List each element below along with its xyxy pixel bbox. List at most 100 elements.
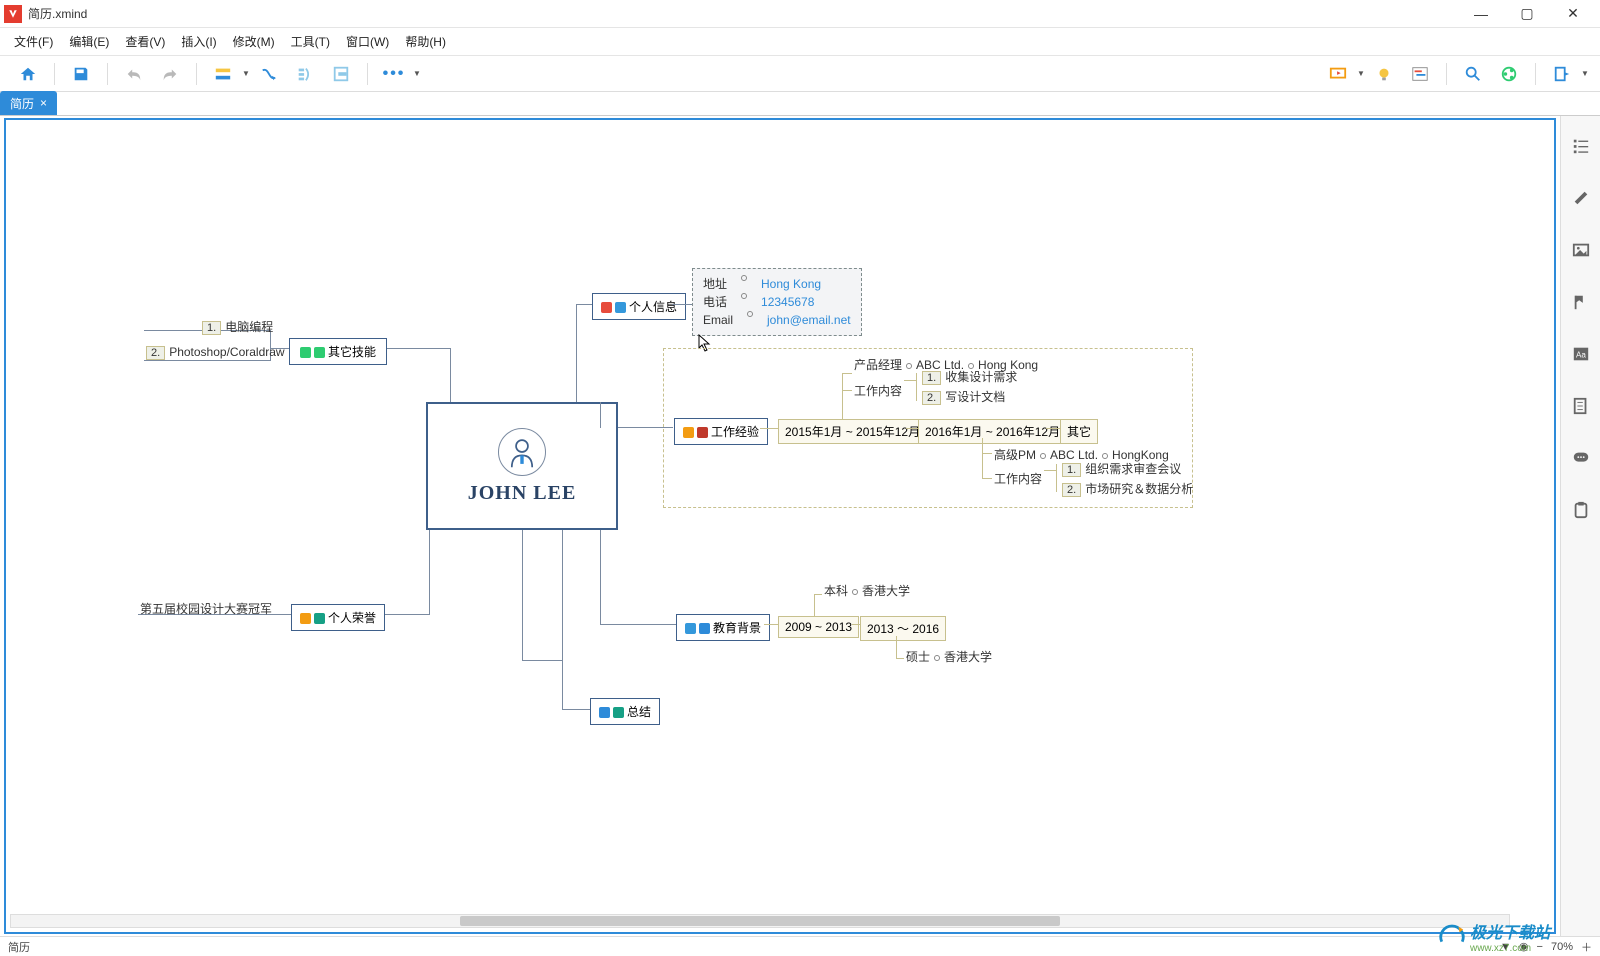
menu-window[interactable]: 窗口(W) [338, 29, 397, 54]
menu-view[interactable]: 查看(V) [117, 29, 173, 54]
node-education[interactable]: 教育背景 [676, 614, 770, 641]
summary-button[interactable] [291, 60, 319, 88]
close-button[interactable]: ✕ [1550, 0, 1596, 28]
svg-text:Aa: Aa [1576, 351, 1586, 360]
connector [896, 658, 904, 659]
node-label: 教育背景 [713, 621, 761, 635]
work-task[interactable]: 1.收集设计需求 [922, 368, 1017, 385]
undo-button[interactable] [120, 60, 148, 88]
profile-info-box[interactable]: 地址Hong Kong 电话12345678 Emailjohn@email.n… [692, 268, 862, 336]
home-button[interactable] [14, 60, 42, 88]
node-work[interactable]: 工作经验 [674, 418, 768, 445]
separator [1535, 63, 1536, 85]
menu-help[interactable]: 帮助(H) [397, 29, 454, 54]
outline-panel-button[interactable] [1569, 134, 1593, 158]
work-period-other[interactable]: 其它 [1060, 419, 1098, 444]
connector [144, 360, 271, 361]
menu-edit[interactable]: 编辑(E) [61, 29, 117, 54]
font-panel-button[interactable]: Aa [1569, 342, 1593, 366]
export-button[interactable] [1548, 60, 1576, 88]
idea-button[interactable] [1370, 60, 1398, 88]
connector [522, 660, 562, 661]
edu-detail[interactable]: 硕士香港大学 [906, 648, 992, 665]
redo-button[interactable] [156, 60, 184, 88]
share-button[interactable] [1495, 60, 1523, 88]
marker-icon [683, 427, 694, 438]
work-tasks-label[interactable]: 工作内容 [854, 382, 902, 399]
window-title: 简历.xmind [28, 5, 87, 22]
task-panel-button[interactable] [1569, 498, 1593, 522]
node-skills[interactable]: 其它技能 [289, 338, 387, 365]
work-task[interactable]: 1.组织需求审查会议 [1062, 460, 1181, 477]
comments-panel-button[interactable] [1569, 446, 1593, 470]
separator [107, 63, 108, 85]
work-task[interactable]: 2.市场研究＆数据分析 [1062, 480, 1193, 497]
maximize-button[interactable]: ▢ [1504, 0, 1550, 28]
watermark: 极光下载站 www.xz7.com [1438, 919, 1550, 954]
menu-bar: 文件(F) 编辑(E) 查看(V) 插入(I) 修改(M) 工具(T) 窗口(W… [0, 28, 1600, 56]
status-sheet-name: 简历 [8, 939, 30, 955]
menu-modify[interactable]: 修改(M) [225, 29, 283, 54]
connector [852, 624, 860, 625]
horizontal-scrollbar[interactable] [10, 914, 1510, 928]
node-summary[interactable]: 总结 [590, 698, 660, 725]
work-task[interactable]: 2.写设计文档 [922, 388, 1005, 405]
tab-close-icon[interactable]: × [40, 96, 47, 110]
structure-dropdown[interactable]: ▼ [241, 69, 251, 78]
menu-tools[interactable]: 工具(T) [283, 29, 338, 54]
separator [367, 63, 368, 85]
tab-sheet[interactable]: 简历 × [0, 91, 57, 115]
edu-period-1[interactable]: 2009 ~ 2013 [778, 616, 859, 638]
root-node[interactable]: JOHN LEE [426, 402, 618, 530]
presentation-dropdown[interactable]: ▼ [1356, 69, 1366, 78]
skill-item[interactable]: 2.Photoshop/Coraldraw [146, 345, 285, 360]
notes-panel-button[interactable] [1569, 394, 1593, 418]
connector [576, 304, 577, 402]
node-label: 其它技能 [328, 345, 376, 359]
connector [562, 709, 590, 710]
scroll-thumb[interactable] [460, 916, 1059, 926]
export-dropdown[interactable]: ▼ [1580, 69, 1590, 78]
root-name: JOHN LEE [468, 482, 577, 505]
work-tasks-label[interactable]: 工作内容 [994, 470, 1042, 487]
menu-file[interactable]: 文件(F) [6, 29, 61, 54]
save-button[interactable] [67, 60, 95, 88]
more-button[interactable]: ••• [380, 60, 408, 88]
image-panel-button[interactable] [1569, 238, 1593, 262]
work-period-2[interactable]: 2016年1月 ~ 2016年12月 [918, 419, 1067, 444]
separator [1446, 63, 1447, 85]
node-profile[interactable]: 个人信息 [592, 293, 686, 320]
connector [906, 428, 918, 429]
connector [1056, 464, 1057, 492]
marker-icon [599, 707, 610, 718]
honor-item[interactable]: 第五届校园设计大赛冠军 [140, 600, 272, 617]
marker-icon [300, 347, 311, 358]
search-button[interactable] [1459, 60, 1487, 88]
work-period-1[interactable]: 2015年1月 ~ 2015年12月 [778, 419, 927, 444]
toolbar: ▼ ••• ▼ ▼ ▼ [0, 56, 1600, 92]
format-panel-button[interactable] [1569, 186, 1593, 210]
tab-label: 简历 [10, 95, 34, 112]
connector [842, 373, 843, 419]
menu-insert[interactable]: 插入(I) [173, 29, 224, 54]
minimize-button[interactable]: ― [1458, 0, 1504, 28]
zoom-in-button[interactable]: ＋ [1581, 939, 1592, 955]
skill-item[interactable]: 1.电脑编程 [202, 318, 273, 335]
workspace: JOHN LEE 其它技能 1.电脑编程 2.Photoshop/Coraldr… [0, 116, 1600, 936]
marker-panel-button[interactable] [1569, 290, 1593, 314]
connector [814, 594, 815, 616]
structure-button[interactable] [209, 60, 237, 88]
node-honors[interactable]: 个人荣誉 [291, 604, 385, 631]
more-dropdown[interactable]: ▼ [412, 69, 422, 78]
relationship-button[interactable] [255, 60, 283, 88]
node-label: 工作经验 [711, 425, 759, 439]
edu-period-2[interactable]: 2013 ～ 2016 [860, 616, 946, 641]
presentation-button[interactable] [1324, 60, 1352, 88]
zoom-level[interactable]: 70% [1551, 941, 1573, 953]
edu-detail[interactable]: 本科香港大学 [824, 582, 910, 599]
gantt-button[interactable] [1406, 60, 1434, 88]
connector [764, 624, 778, 625]
canvas[interactable]: JOHN LEE 其它技能 1.电脑编程 2.Photoshop/Coraldr… [4, 118, 1556, 934]
title-bar: 简历.xmind ― ▢ ✕ [0, 0, 1600, 28]
boundary-button[interactable] [327, 60, 355, 88]
